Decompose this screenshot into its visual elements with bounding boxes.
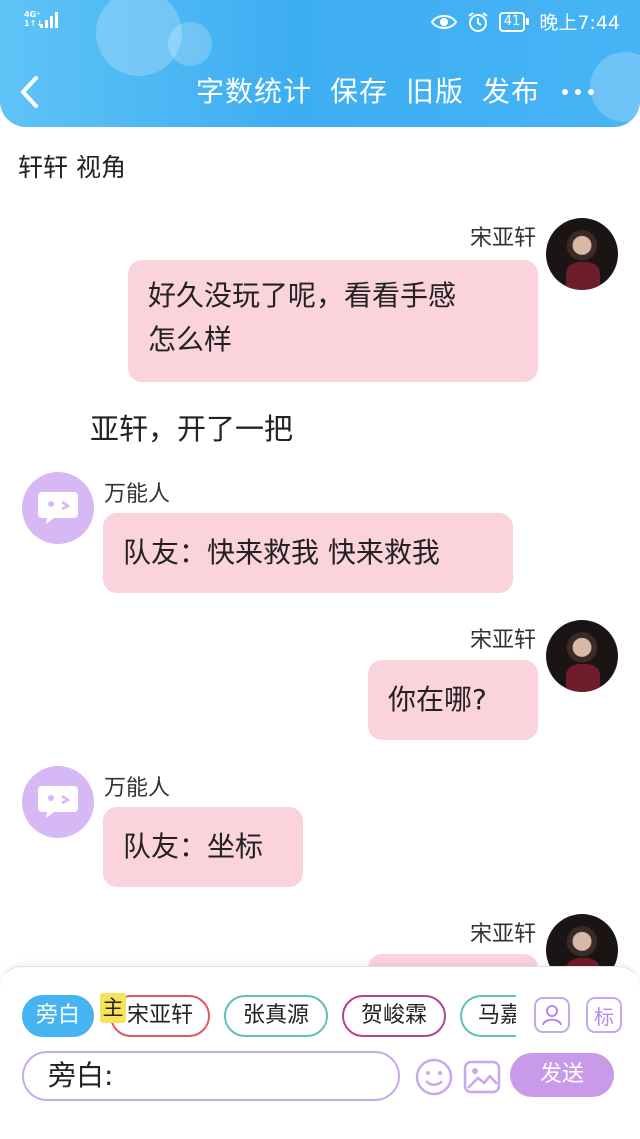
message-input[interactable]: 旁白: [22, 1051, 400, 1101]
status-bar: 4G⁺ 1↑↓ 41 晚上7:44 [0, 0, 640, 44]
publish-button[interactable]: 发布 [482, 72, 540, 112]
send-button[interactable]: 发送 [510, 1053, 614, 1097]
avatar[interactable] [546, 218, 618, 290]
tag-button[interactable]: 标 [586, 997, 622, 1033]
header-actions: 字数统计 保存 旧版 发布 [196, 72, 540, 112]
role-chip-zhang-zhenyuan[interactable]: 张真源 [224, 995, 328, 1037]
message-bubble[interactable]: 队友：快来救我 快来救我 [103, 513, 513, 593]
more-dot-icon [575, 89, 581, 95]
chevron-left-icon [21, 76, 38, 108]
narration-text[interactable]: 亚轩，开了一把 [90, 406, 293, 448]
speaker-name: 万能人 [104, 776, 171, 801]
back-button[interactable] [18, 70, 58, 114]
message-line: 好久没玩了呢，看看手感 [148, 279, 457, 312]
message-line: 怎么样 [148, 323, 233, 356]
person-icon [542, 1005, 562, 1026]
avatar[interactable] [22, 472, 94, 544]
composer-panel: 旁白 主 宋亚轩 张真源 贺峻霖 马嘉 标 旁白: 发送 [0, 966, 640, 1139]
old-version-button[interactable]: 旧版 [406, 72, 464, 112]
role-chip-ma-jia[interactable]: 马嘉 [460, 995, 516, 1037]
speaker-name: 宋亚轩 [469, 922, 536, 947]
clock: 晚上7:44 [539, 12, 620, 34]
speaker-name: 宋亚轩 [469, 226, 536, 251]
more-menu-button[interactable] [562, 74, 612, 110]
avatar[interactable] [22, 766, 94, 838]
image-icon[interactable] [462, 1057, 502, 1097]
perspective-label: 轩轩 视角 [18, 153, 126, 182]
message-bubble[interactable]: 你在哪? [368, 660, 538, 740]
role-chip-he-junlin[interactable]: 贺峻霖 [342, 995, 446, 1037]
speaker-name: 宋亚轩 [469, 628, 536, 653]
message-bubble[interactable]: 队友：坐标 [103, 807, 303, 887]
main-role-badge: 主 [100, 993, 126, 1023]
avatar[interactable] [546, 620, 618, 692]
alarm-icon [468, 11, 488, 32]
chat-bubble-icon [38, 492, 78, 524]
emoji-icon[interactable] [414, 1057, 454, 1097]
character-manage-button[interactable] [534, 997, 570, 1033]
save-button[interactable]: 保存 [330, 72, 388, 112]
more-dot-icon [562, 89, 568, 95]
signal-icon [40, 12, 58, 28]
word-count-button[interactable]: 字数统计 [196, 72, 312, 112]
chat-bubble-icon [38, 786, 78, 818]
more-dot-icon [588, 89, 594, 95]
eye-icon [430, 14, 457, 29]
speaker-name: 万能人 [104, 482, 171, 507]
battery-icon: 41 [498, 11, 530, 32]
top-header: 4G⁺ 1↑↓ 41 晚上7:44 字数统计 保存 旧版 发布 [0, 0, 640, 127]
battery-level: 41 [498, 11, 526, 32]
role-chip-narrator[interactable]: 旁白 [22, 995, 94, 1037]
message-bubble[interactable]: 好久没玩了呢，看看手感 怎么样 [128, 260, 538, 382]
